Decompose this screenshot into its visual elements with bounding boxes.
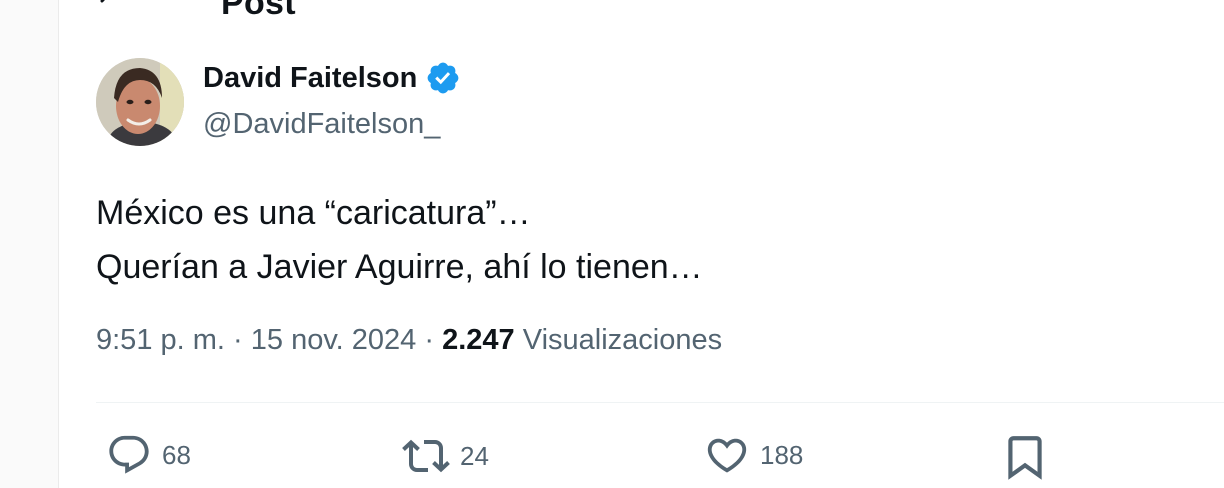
bookmark-button[interactable] <box>1000 432 1050 482</box>
reply-count: 68 <box>162 439 191 470</box>
avatar[interactable] <box>96 58 184 146</box>
tweet-text-line: México es una “caricatura”… <box>96 194 531 232</box>
repost-icon <box>402 439 450 473</box>
repost-count: 24 <box>460 440 489 471</box>
reply-button[interactable]: 68 <box>106 432 191 478</box>
like-icon <box>707 438 747 473</box>
left-gutter <box>0 0 59 488</box>
like-count: 188 <box>760 439 804 470</box>
reply-icon <box>109 435 149 474</box>
back-arrow-icon[interactable] <box>98 0 128 14</box>
tweet-metadata: 9:51 p. m. · 15 nov. 2024 · 2.247 Visual… <box>96 324 722 357</box>
divider <box>96 402 1224 403</box>
tweet-date[interactable]: 15 nov. 2024 <box>251 324 417 356</box>
author-display-name[interactable]: David Faitelson <box>203 62 417 95</box>
author-name-row: David Faitelson <box>203 60 461 96</box>
meta-separator: · <box>233 324 243 356</box>
tweet-time[interactable]: 9:51 p. m. <box>96 324 225 356</box>
meta-separator: · <box>424 324 435 356</box>
bookmark-icon <box>1008 436 1042 480</box>
repost-button[interactable]: 24 <box>402 432 489 480</box>
tweet-text: México es una “caricatura”… Querían a Ja… <box>96 186 703 294</box>
post-header: Post <box>58 0 1224 22</box>
tweet-text-line: Querían a Javier Aguirre, ahí lo tienen… <box>96 248 703 286</box>
page-title: Post <box>221 0 296 22</box>
views-count: 2.247 <box>442 324 515 356</box>
avatar-photo <box>96 58 184 146</box>
verified-badge-icon <box>427 62 459 94</box>
author-handle[interactable]: @DavidFaitelson_ <box>203 108 440 141</box>
like-button[interactable]: 188 <box>704 432 803 478</box>
views-label: Visualizaciones <box>522 324 723 356</box>
